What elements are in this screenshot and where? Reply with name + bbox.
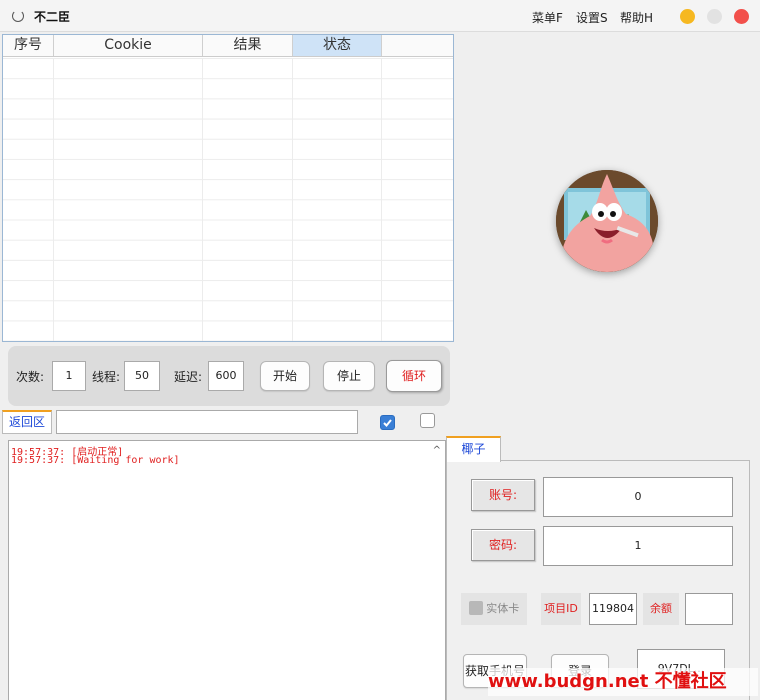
project-id-input[interactable]: 119804 xyxy=(589,593,637,625)
password-label: 密码: xyxy=(471,529,535,561)
delay-label: 延迟: xyxy=(174,370,203,384)
physical-card-checkbox-row[interactable]: 实体卡 xyxy=(461,593,527,625)
menu-file[interactable]: 菜单F xyxy=(532,9,563,26)
scroll-up-icon[interactable]: ^ xyxy=(433,445,441,456)
column-header-result[interactable]: 结果 xyxy=(203,35,293,56)
count-input[interactable]: 1 xyxy=(52,361,86,391)
column-header-index[interactable]: 序号 xyxy=(3,35,54,56)
menu-help[interactable]: 帮助H xyxy=(620,9,653,26)
close-button[interactable] xyxy=(734,9,749,24)
checkmark-icon xyxy=(383,419,392,427)
password-field[interactable]: 1 xyxy=(543,526,733,566)
minimize-button[interactable] xyxy=(680,9,695,24)
window-title: 不二臣 xyxy=(34,10,71,24)
stop-button[interactable]: 停止 xyxy=(323,361,375,391)
table-body xyxy=(3,58,453,341)
balance-label: 余额 xyxy=(643,593,679,625)
threads-label: 线程: xyxy=(92,370,121,384)
return-checkbox-unchecked[interactable] xyxy=(420,413,435,428)
balance-field[interactable] xyxy=(685,593,733,625)
project-id-label: 项目ID xyxy=(541,593,581,625)
checkbox-disabled-icon xyxy=(468,601,483,615)
count-label: 次数: xyxy=(16,370,45,384)
account-label: 账号: xyxy=(471,479,535,511)
control-panel: 次数: 1 线程: 50 延迟: 600 开始 停止 循环 xyxy=(8,346,450,406)
patrick-star-avatar xyxy=(556,170,658,272)
tab-coconut[interactable]: 椰子 xyxy=(446,436,501,462)
account-field[interactable]: 0 xyxy=(543,477,733,517)
column-header-status[interactable]: 状态 xyxy=(293,35,382,56)
title-bar: 不二臣 菜单F 设置S 帮助H xyxy=(0,0,760,32)
result-table[interactable]: 序号 Cookie 结果 状态 xyxy=(2,34,454,342)
return-input[interactable] xyxy=(56,410,358,434)
log-line: 19:57:37: [Waiting for work] xyxy=(11,455,180,466)
threads-input[interactable]: 50 xyxy=(124,361,160,391)
loop-button[interactable]: 循环 xyxy=(386,360,442,392)
column-header-cookie[interactable]: Cookie xyxy=(54,35,203,56)
watermark-text: www.budgn.net 不懂社区 xyxy=(488,668,758,696)
log-output[interactable]: 19:57:37: [启动正常] 19:57:37: [Waiting for … xyxy=(8,440,446,700)
coconut-group: 账号: 0 密码: 1 实体卡 项目ID 119804 余额 获取手机号 登录 … xyxy=(446,460,750,700)
start-button[interactable]: 开始 xyxy=(260,361,310,391)
delay-input[interactable]: 600 xyxy=(208,361,244,391)
maximize-button[interactable] xyxy=(707,9,722,24)
tab-return-area[interactable]: 返回区 xyxy=(2,410,52,434)
physical-card-label: 实体卡 xyxy=(486,602,520,615)
app-icon xyxy=(12,10,24,22)
menu-settings[interactable]: 设置S xyxy=(576,9,608,26)
table-header: 序号 Cookie 结果 状态 xyxy=(3,35,453,57)
return-checkbox-checked[interactable] xyxy=(380,415,395,430)
